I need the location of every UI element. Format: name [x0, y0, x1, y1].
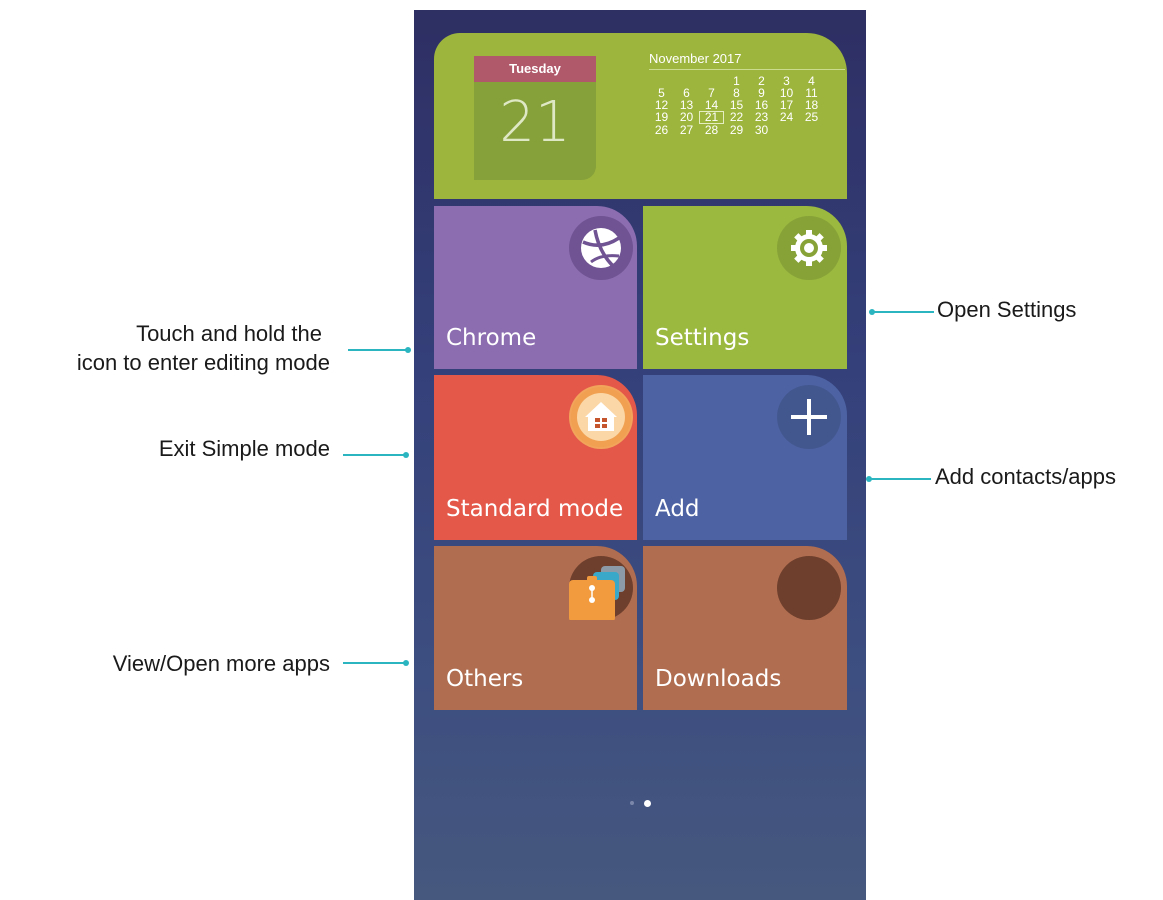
annotation-add-contacts: Add contacts/apps: [935, 464, 1117, 489]
plus-icon: [777, 385, 841, 449]
downloads-tile[interactable]: Downloads: [643, 546, 847, 710]
page-dot-2[interactable]: [644, 800, 651, 807]
settings-label: Settings: [655, 325, 750, 351]
annotation-editing-mode-line1: Touch and hold the: [136, 321, 322, 346]
annotation-editing-mode: Touch and hold the icon to enter editing…: [0, 319, 330, 377]
chrome-icon: [569, 216, 633, 280]
calendar-date-card: Tuesday 21: [474, 56, 596, 180]
callout-dot-editing: [405, 347, 411, 353]
home-icon: [569, 385, 633, 449]
settings-tile[interactable]: Settings: [643, 206, 847, 369]
standard-mode-label: Standard mode: [446, 496, 624, 522]
callout-line-add: [869, 478, 931, 480]
callout-dot-more-apps: [403, 660, 409, 666]
download-icon: [777, 556, 841, 620]
others-label: Others: [446, 666, 524, 692]
calendar-week-row: 26 27 28 29 30: [649, 124, 824, 136]
annotation-open-settings: Open Settings: [937, 297, 1077, 322]
add-tile[interactable]: Add: [643, 375, 847, 540]
calendar-day: [799, 124, 824, 136]
calendar-day: 28: [704, 123, 719, 137]
callout-dot-exit: [403, 452, 409, 458]
calendar-month-title: November 2017: [649, 51, 742, 66]
standard-mode-tile[interactable]: Standard mode: [434, 375, 637, 540]
calendar-month-grid: 1 2 3 4 5 6 7 8 9 10 11 12 13 14 15 16 17 18 19 20 21 22 23 24 2…: [649, 75, 824, 136]
annotation-editing-mode-line2: icon to enter editing mode: [76, 350, 330, 375]
calendar-day: 26: [654, 123, 669, 137]
chrome-tile[interactable]: Chrome: [434, 206, 637, 369]
callout-line-editing: [348, 349, 408, 351]
calendar-day-number: 21: [499, 90, 571, 155]
calendar-day: 27: [679, 123, 694, 137]
calendar-day: 19: [654, 110, 669, 124]
folder-icon: [569, 556, 633, 622]
chrome-label: Chrome: [446, 325, 537, 351]
calendar-day: 25: [804, 110, 819, 124]
calendar-day: 24: [779, 110, 794, 124]
calendar-divider: [649, 69, 845, 70]
page-dot-1[interactable]: [630, 801, 634, 805]
calendar-widget[interactable]: Tuesday 21 November 2017 1 2 3 4 5 6 7 8 9 10 11 12…: [434, 33, 847, 199]
calendar-weekday: Tuesday: [474, 56, 596, 82]
downloads-label: Downloads: [655, 666, 782, 692]
phone-screen: Tuesday 21 November 2017 1 2 3 4 5 6 7 8 9 10 11 12…: [414, 10, 866, 900]
callout-line-settings: [872, 311, 934, 313]
annotation-exit-simple: Exit Simple mode: [158, 436, 330, 461]
page-indicator[interactable]: [626, 798, 656, 808]
annotation-more-apps: View/Open more apps: [112, 651, 330, 676]
callout-line-more-apps: [343, 662, 406, 664]
calendar-day: 20: [679, 110, 694, 124]
add-label: Add: [655, 496, 700, 522]
gear-icon: [777, 216, 841, 280]
calendar-day: 22: [729, 110, 744, 124]
calendar-day: [774, 124, 799, 136]
callout-line-exit: [343, 454, 406, 456]
calendar-day: 30: [754, 123, 769, 137]
calendar-day: 29: [729, 123, 744, 137]
others-tile[interactable]: Others: [434, 546, 637, 710]
calendar-day: 23: [754, 110, 769, 124]
